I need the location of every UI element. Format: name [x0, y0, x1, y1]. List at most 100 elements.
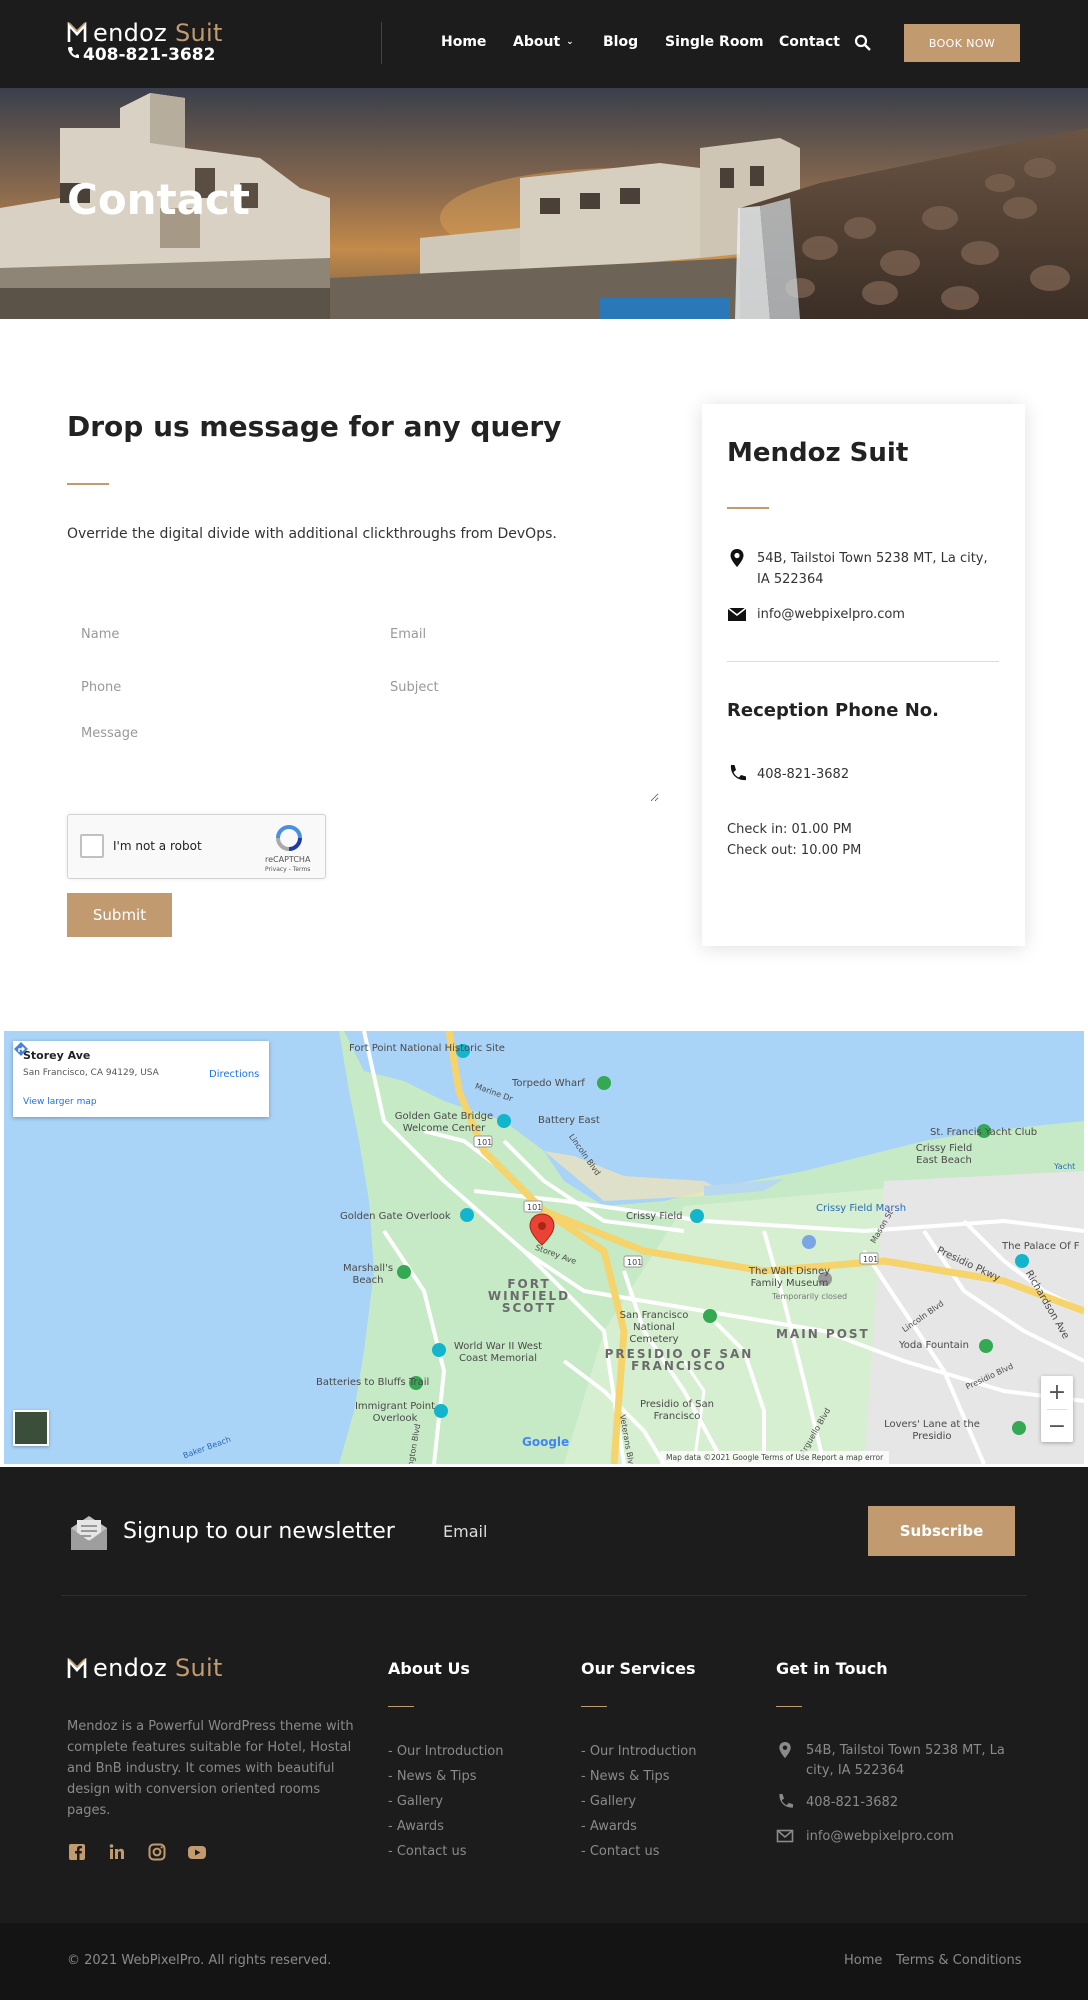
- nav-home[interactable]: Home: [441, 34, 486, 50]
- map-label: Temporarily closed: [772, 1292, 848, 1301]
- phone-field[interactable]: [67, 667, 367, 707]
- name-field[interactable]: [67, 614, 367, 654]
- newsletter-icon: [71, 1516, 107, 1550]
- map-label: Yacht: [1054, 1162, 1076, 1171]
- map-label: Batteries to Bluffs Trail: [316, 1377, 430, 1388]
- bottom-link-home[interactable]: Home: [844, 1953, 882, 1968]
- footer-link[interactable]: - News & Tips: [581, 1769, 670, 1784]
- map-label: Presidio of San Francisco: [640, 1399, 714, 1422]
- footer-about-text: Mendoz is a Powerful WordPress theme wit…: [67, 1719, 354, 1818]
- location-pin-icon: [779, 1742, 791, 1758]
- map-place-title: Storey Ave: [23, 1049, 91, 1062]
- heading-divider: [67, 483, 109, 485]
- map-label: San Francisco National Cemetery: [619, 1310, 689, 1345]
- linkedin-icon[interactable]: [107, 1842, 127, 1862]
- footer-link[interactable]: - Gallery: [581, 1794, 636, 1809]
- message-field[interactable]: [67, 718, 659, 802]
- card-email[interactable]: info@webpixelpro.com: [727, 604, 905, 625]
- footer-link[interactable]: - Contact us: [581, 1844, 660, 1859]
- map-label: Immigrant Point Overlook: [354, 1401, 436, 1424]
- footer-divider: [388, 1706, 414, 1707]
- directions-icon[interactable]: [13, 1041, 29, 1057]
- route-badge-101: 101: [527, 1203, 542, 1212]
- header-divider: [381, 22, 382, 64]
- recaptcha-label: I'm not a robot: [113, 839, 202, 853]
- search-icon[interactable]: [854, 34, 872, 52]
- logo-mark-icon: [67, 22, 87, 42]
- page-title: Contact: [67, 175, 250, 224]
- map-label: The Walt Disney Family Museum: [748, 1266, 831, 1289]
- logo-mark-icon: [67, 1658, 87, 1678]
- map-label: Crissy Field: [626, 1211, 683, 1222]
- footer-phone[interactable]: 408-821-3682: [776, 1793, 1006, 1813]
- phone-icon: [779, 1794, 793, 1808]
- map-label: Golden Gate Overlook: [340, 1211, 451, 1222]
- directions-link[interactable]: Directions: [209, 1069, 259, 1080]
- footer-separator: [61, 1595, 1027, 1596]
- facebook-icon[interactable]: [67, 1842, 87, 1862]
- youtube-icon[interactable]: [187, 1842, 207, 1862]
- card-address: 54B, Tailstoi Town 5238 MT, La city, IA …: [727, 548, 1002, 590]
- zoom-in-button[interactable]: +: [1041, 1376, 1073, 1408]
- route-badge-101: 101: [627, 1258, 642, 1267]
- footer-link[interactable]: - Awards: [388, 1819, 444, 1834]
- footer-logo[interactable]: endoz Suit: [67, 1654, 237, 1686]
- footer-email[interactable]: info@webpixelpro.com: [776, 1827, 1006, 1847]
- footer-logo-text: endoz Suit: [93, 1654, 223, 1682]
- google-map[interactable]: 101 101 101 101 Fort Point National Hist…: [4, 1031, 1084, 1464]
- map-attribution[interactable]: Map data ©2021 Google Terms of Use Repor…: [660, 1451, 890, 1464]
- newsletter-email-input[interactable]: [443, 1508, 863, 1554]
- map-label: FORT WINFIELD SCOTT: [487, 1277, 571, 1315]
- phone-icon: [68, 47, 79, 59]
- check-in-time: Check in: 01.00 PM: [727, 822, 852, 837]
- footer-services-title: Our Services: [581, 1659, 696, 1678]
- phone-icon: [730, 765, 746, 781]
- footer-link[interactable]: - Our Introduction: [581, 1744, 697, 1759]
- envelope-icon: [727, 607, 747, 621]
- nav-contact[interactable]: Contact: [779, 34, 840, 50]
- subject-field[interactable]: [376, 667, 676, 707]
- nav-about[interactable]: About ⌄: [513, 34, 574, 50]
- card-phone[interactable]: 408-821-3682: [727, 764, 849, 785]
- nav-single-room[interactable]: Single Room: [665, 34, 764, 50]
- recaptcha-terms[interactable]: Privacy - Terms: [265, 866, 310, 873]
- view-larger-map-link[interactable]: View larger map: [23, 1097, 97, 1107]
- hero-banner: Contact: [0, 88, 1088, 319]
- footer-link[interactable]: - Contact us: [388, 1844, 467, 1859]
- recaptcha-checkbox[interactable]: [80, 834, 104, 858]
- footer-link[interactable]: - Gallery: [388, 1794, 443, 1809]
- location-pin-icon: [730, 549, 744, 567]
- footer-contact-title: Get in Touch: [776, 1659, 888, 1678]
- recaptcha-widget: I'm not a robot reCAPTCHA Privacy - Term…: [67, 814, 326, 879]
- footer-about-title: About Us: [388, 1659, 470, 1678]
- map-label: Golden Gate Bridge Welcome Center: [394, 1111, 494, 1134]
- site-logo[interactable]: endoz Suit 408-821-3682: [67, 19, 237, 65]
- map-label: Fort Point National Historic Site: [349, 1043, 505, 1054]
- route-badge-101: 101: [477, 1138, 492, 1147]
- map-label: World War II West Coast Memorial: [453, 1341, 543, 1364]
- header-phone: 408-821-3682: [67, 45, 215, 65]
- recaptcha-brand: reCAPTCHA: [265, 855, 311, 864]
- book-now-button[interactable]: BOOK NOW: [904, 24, 1020, 62]
- street-view-thumbnail[interactable]: [13, 1410, 49, 1446]
- submit-button[interactable]: Submit: [67, 893, 172, 937]
- subscribe-button[interactable]: Subscribe: [868, 1506, 1015, 1556]
- card-divider: [727, 507, 769, 509]
- card-separator: [727, 661, 999, 662]
- map-label: Lovers' Lane at the Presidio: [884, 1419, 980, 1442]
- chevron-down-icon: ⌄: [566, 37, 574, 47]
- map-label: The Palace Of F: [1002, 1241, 1080, 1252]
- footer-link[interactable]: - Awards: [581, 1819, 637, 1834]
- footer-divider: [581, 1706, 607, 1707]
- instagram-icon[interactable]: [147, 1842, 167, 1862]
- map-zoom-control: + −: [1041, 1376, 1073, 1442]
- check-out-time: Check out: 10.00 PM: [727, 843, 862, 858]
- form-heading: Drop us message for any query: [67, 410, 562, 443]
- email-field[interactable]: [376, 614, 676, 654]
- hotel-info-card: Mendoz Suit 54B, Tailstoi Town 5238 MT, …: [702, 404, 1025, 946]
- nav-blog[interactable]: Blog: [603, 34, 638, 50]
- footer-link[interactable]: - News & Tips: [388, 1769, 477, 1784]
- bottom-link-terms[interactable]: Terms & Conditions: [896, 1953, 1022, 1968]
- zoom-out-button[interactable]: −: [1041, 1410, 1073, 1442]
- footer-link[interactable]: - Our Introduction: [388, 1744, 504, 1759]
